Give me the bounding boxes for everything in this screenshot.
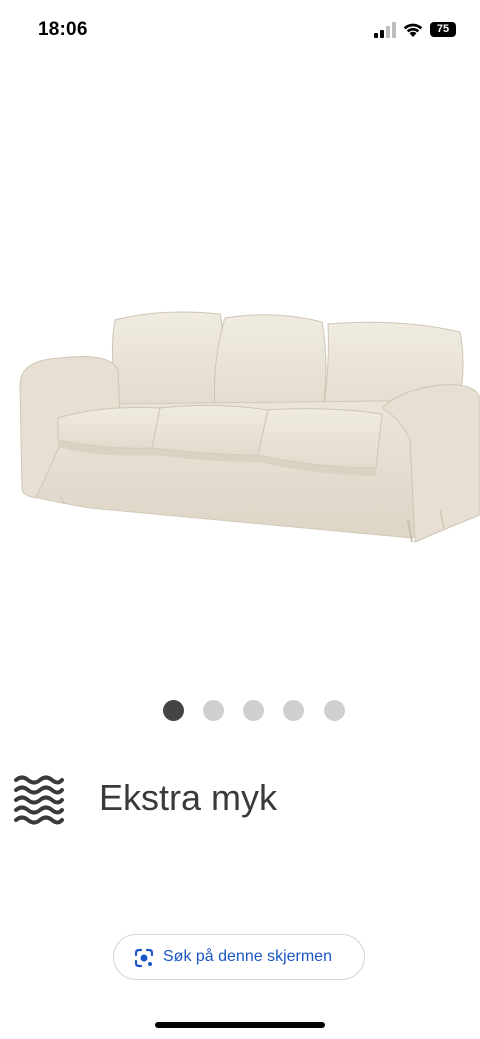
carousel-dot-1[interactable] bbox=[163, 700, 184, 721]
sofa-product-image[interactable] bbox=[0, 290, 480, 570]
battery-percent: 75 bbox=[436, 23, 450, 35]
home-indicator[interactable] bbox=[155, 1022, 325, 1028]
carousel-dot-5[interactable] bbox=[324, 700, 345, 721]
google-lens-icon bbox=[134, 948, 154, 968]
carousel-dot-2[interactable] bbox=[203, 700, 224, 721]
carousel-dot-4[interactable] bbox=[283, 700, 304, 721]
status-time: 18:06 bbox=[38, 19, 88, 40]
carousel-dot-3[interactable] bbox=[243, 700, 264, 721]
battery-indicator: 75 bbox=[430, 22, 456, 37]
feature-extra-soft: Ekstra myk bbox=[14, 775, 454, 835]
cellular-signal-icon bbox=[374, 22, 396, 38]
wave-softness-icon bbox=[14, 775, 64, 825]
wifi-icon bbox=[403, 23, 423, 37]
feature-label: Ekstra myk bbox=[99, 777, 278, 818]
status-bar: 18:06 75 bbox=[0, 0, 480, 60]
search-this-screen-button[interactable]: Søk på denne skjermen bbox=[113, 934, 365, 980]
image-carousel-indicator[interactable] bbox=[163, 700, 353, 722]
search-this-screen-label: Søk på denne skjermen bbox=[163, 948, 332, 965]
